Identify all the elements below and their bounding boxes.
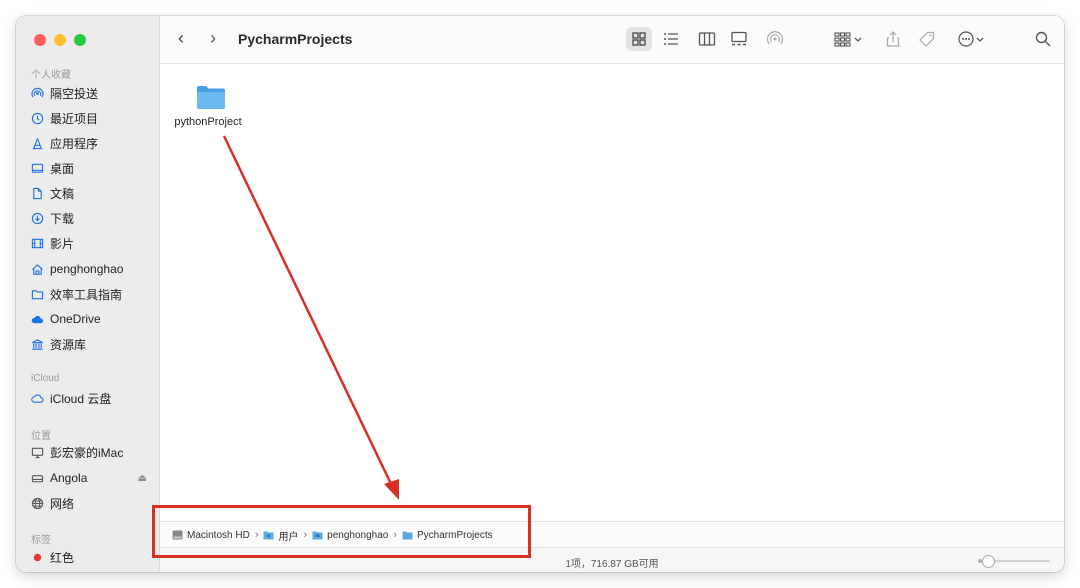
sidebar-item-network[interactable]: 网络	[30, 493, 155, 513]
gallery-view-button[interactable]	[726, 27, 752, 51]
sidebar-item-label: 文稿	[50, 186, 75, 201]
list-icon	[664, 33, 678, 45]
columns-icon	[698, 32, 716, 46]
drive-icon	[30, 471, 44, 485]
zoom-button[interactable]	[74, 34, 86, 46]
tags-header: 标签	[31, 535, 51, 546]
column-view-button[interactable]	[694, 27, 720, 51]
traffic-lights	[34, 34, 86, 46]
forward-button[interactable]: ›	[210, 28, 216, 49]
applications-icon	[30, 136, 44, 150]
window-title: PycharmProjects	[238, 31, 353, 47]
home-icon	[30, 262, 44, 276]
search-button[interactable]	[1030, 27, 1056, 51]
sidebar-item-label: 资源库	[50, 337, 87, 352]
share-icon	[886, 31, 900, 47]
library-icon	[30, 337, 44, 351]
icon-size-slider[interactable]	[978, 555, 1050, 568]
airdrop-button[interactable]	[762, 27, 788, 51]
network-icon	[30, 496, 44, 510]
group-icon	[834, 32, 862, 47]
more-actions-button[interactable]	[952, 27, 992, 51]
sidebar-item-label: 下载	[50, 211, 75, 226]
sidebar-item-efficiency-guide[interactable]: 效率工具指南	[30, 284, 155, 304]
document-icon	[30, 186, 44, 200]
ellipsis-circle-icon	[958, 31, 984, 47]
cloud-icon	[30, 312, 44, 326]
sidebar-item-imac[interactable]: 彭宏豪的iMac	[30, 442, 155, 462]
sidebar-item-label: 网络	[50, 496, 75, 511]
sidebar-item-library[interactable]: 资源库	[30, 334, 155, 354]
list-view-button[interactable]	[658, 27, 684, 51]
folder-label: pythonProject	[174, 116, 242, 128]
slider-knob[interactable]	[982, 555, 995, 568]
sidebar-item-applications[interactable]: 应用程序	[30, 133, 155, 153]
sidebar-item-label: 桌面	[50, 161, 75, 176]
airdrop-icon	[30, 86, 44, 100]
imac-icon	[30, 445, 44, 459]
sidebar-item-angola[interactable]: Angola ⏏	[30, 468, 155, 488]
sidebar-item-tag-red[interactable]: 红色	[30, 547, 155, 567]
icon-view-button[interactable]	[626, 27, 652, 51]
sidebar-item-label: 应用程序	[50, 136, 99, 151]
download-icon	[30, 211, 44, 225]
sidebar-item-label: 最近项目	[50, 111, 99, 126]
desktop-icon	[30, 161, 44, 175]
sidebar-item-label: 彭宏豪的iMac	[50, 445, 124, 460]
toolbar: ‹ › PycharmProjects	[160, 16, 1064, 64]
folder-item[interactable]: pythonProject	[174, 84, 246, 128]
sidebar-item-label: 影片	[50, 236, 75, 251]
sidebar-item-movies[interactable]: 影片	[30, 233, 155, 253]
icloud-icon	[30, 391, 44, 405]
sidebar-item-label: iCloud 云盘	[50, 391, 112, 406]
sidebar-item-onedrive[interactable]: OneDrive	[30, 309, 155, 329]
share-button[interactable]	[880, 27, 906, 51]
folder-icon	[197, 86, 225, 109]
tag-icon	[919, 31, 935, 47]
sidebar-item-label: 效率工具指南	[50, 287, 123, 302]
search-icon	[1035, 31, 1051, 47]
favorites-header: 个人收藏	[31, 70, 71, 81]
sidebar-item-label: 红色	[50, 550, 75, 565]
clock-icon	[30, 111, 44, 125]
sidebar-item-label: 隔空投送	[50, 86, 99, 101]
sidebar-item-downloads[interactable]: 下载	[30, 208, 155, 228]
sidebar-item-airdrop[interactable]: 隔空投送	[30, 83, 155, 103]
sidebar-item-documents[interactable]: 文稿	[30, 183, 155, 203]
tag-button[interactable]	[914, 27, 940, 51]
minimize-button[interactable]	[54, 34, 66, 46]
sidebar-item-label: penghonghao	[50, 262, 124, 276]
sidebar-item-desktop[interactable]: 桌面	[30, 158, 155, 178]
sidebar-item-label: Angola	[50, 471, 88, 485]
locations-header: 位置	[31, 431, 51, 442]
sidebar-item-home[interactable]: penghonghao	[30, 259, 155, 279]
gallery-icon	[731, 31, 747, 46]
finder-window: 个人收藏 隔空投送 最近项目 应用程序 桌面 文稿 下载 影片 penghong…	[16, 16, 1064, 572]
airdrop-icon	[766, 31, 784, 45]
icloud-header: iCloud	[31, 373, 60, 384]
path-bar-highlight	[152, 505, 531, 558]
close-button[interactable]	[34, 34, 46, 46]
folder-icon	[30, 287, 44, 301]
file-area[interactable]: pythonProject	[160, 64, 1064, 521]
film-icon	[30, 236, 44, 250]
sidebar: 个人收藏 隔空投送 最近项目 应用程序 桌面 文稿 下载 影片 penghong…	[16, 16, 160, 572]
sidebar-item-label: OneDrive	[50, 312, 101, 326]
back-button[interactable]: ‹	[178, 28, 184, 49]
sidebar-item-recents[interactable]: 最近项目	[30, 108, 155, 128]
group-button[interactable]	[828, 27, 868, 51]
red-tag-icon	[30, 550, 44, 564]
eject-icon[interactable]: ⏏	[138, 473, 147, 484]
sidebar-item-icloud-drive[interactable]: iCloud 云盘	[30, 388, 155, 408]
grid-icon	[632, 32, 646, 46]
